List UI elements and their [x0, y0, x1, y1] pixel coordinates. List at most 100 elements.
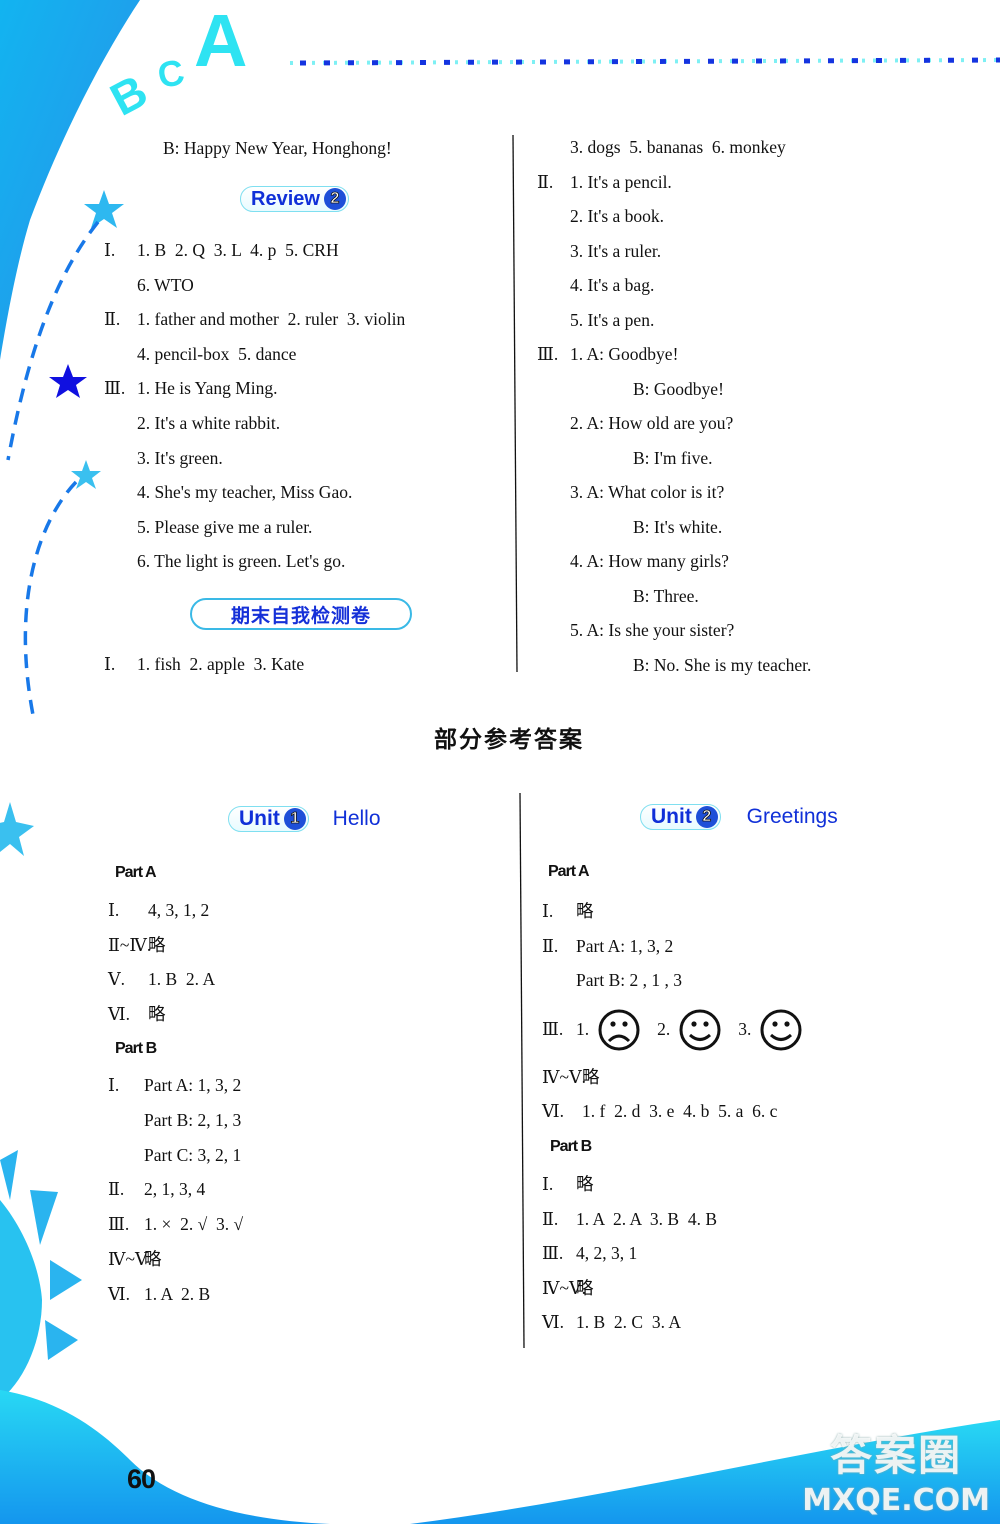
roman-numeral: Ⅱ.: [542, 1208, 559, 1229]
answer-line: 4. She's my teacher, Miss Gao.: [104, 482, 353, 503]
answer-text: 4, 3, 1, 2: [148, 900, 210, 920]
answer-text: Part C: 3, 2, 1: [144, 1144, 242, 1165]
roman-numeral: Ⅰ.: [542, 901, 554, 921]
roman-numeral: Ⅴ.: [108, 969, 126, 989]
answer-line: Ⅵ. 略: [108, 1003, 166, 1024]
answer-line: Ⅰ. 略: [542, 1174, 594, 1194]
answer-text: 1. father and mother 2. ruler 3. violin: [137, 309, 406, 330]
answer-text: B: No. She is my teacher.: [633, 654, 812, 675]
answer-line: Ⅳ~Ⅴ.略: [108, 1249, 162, 1269]
review-heading: Review 2: [240, 186, 349, 212]
unit2-part-a-tag: Part A: [540, 863, 596, 882]
roman-numeral: Ⅱ.: [104, 309, 121, 330]
answer-text: 5. It's a pen.: [570, 309, 655, 330]
face-number: 3.: [738, 1019, 752, 1040]
roman-numeral: Ⅳ~Ⅴ.: [542, 1067, 586, 1087]
answer-text: 6. The light is green. Let's go.: [137, 551, 346, 572]
roman-numeral: Ⅵ.: [108, 1003, 130, 1024]
face-number: 1.: [576, 1019, 590, 1040]
roman-numeral: Ⅰ.: [542, 1174, 554, 1194]
answer-line: Ⅰ. 1. B 2. Q 3. L 4. p 5. CRH: [104, 240, 339, 260]
answer-line: 5. A: Is she your sister?: [537, 620, 735, 640]
sun-icon: [0, 1150, 82, 1400]
unit1-pill: Unit 1: [228, 806, 309, 832]
column-divider-bottom: [519, 792, 525, 1349]
header-dash-stripe: [289, 57, 1000, 66]
roman-numeral: Ⅲ.: [542, 1243, 564, 1263]
roman-numeral: Ⅱ.: [537, 171, 554, 192]
roman-numeral: Ⅲ.: [104, 378, 126, 399]
answer-line: Ⅲ. 1. × 2. √ 3. √: [108, 1215, 243, 1234]
answer-line: Ⅱ. Part A: 1, 3, 2: [542, 935, 674, 956]
answer-text: 1. It's a pencil.: [570, 171, 672, 192]
unit1-part-a-tag: Part A: [107, 864, 163, 883]
sad-face-icon: [598, 1009, 640, 1051]
answer-text: 略: [582, 1067, 600, 1087]
answer-line: 3. A: What color is it?: [537, 483, 724, 502]
answer-text: 1. He is Yang Ming.: [137, 378, 278, 399]
answer-text: 2. It's a book.: [570, 206, 665, 226]
answer-text: 3. It's green.: [137, 447, 223, 468]
answer-text: Part A: 1, 3, 2: [576, 935, 674, 956]
answer-text: 4. She's my teacher, Miss Gao.: [137, 482, 353, 503]
answer-text: 2. A: How old are you?: [570, 413, 734, 433]
answer-line: Ⅱ~Ⅳ.略: [108, 934, 166, 955]
roman-numeral: Ⅵ.: [108, 1283, 130, 1304]
answer-line: B: It's white.: [600, 516, 723, 537]
unit2-part-b-tag: Part B: [541, 1138, 600, 1157]
answer-line: 6. The light is green. Let's go.: [104, 553, 345, 571]
answer-line: Ⅵ. 1. B 2. C 3. A: [542, 1313, 681, 1332]
answer-line: 2. It's a white rabbit.: [104, 413, 281, 433]
answer-text: 1. A: Goodbye!: [570, 344, 679, 364]
answer-line: Ⅰ. 4, 3, 1, 2: [108, 900, 210, 920]
answer-text: 略: [576, 1277, 594, 1298]
answer-text: 略: [144, 1249, 162, 1269]
answer-text: B: Goodbye!: [633, 378, 724, 399]
answer-line: B: Three.: [600, 587, 699, 606]
answer-line: 4. It's a bag.: [537, 275, 655, 295]
answer-line: Ⅴ. 1. B 2. A: [108, 969, 216, 989]
answer-text: 略: [148, 934, 166, 955]
star-icon-4: [0, 802, 34, 856]
answer-text: 5. A: Is she your sister?: [570, 620, 735, 640]
answer-line: B: I'm five.: [600, 449, 712, 468]
roman-numeral: Ⅰ.: [108, 1075, 120, 1095]
answer-line: 5. It's a pen.: [537, 309, 655, 330]
answer-text: 2. It's a white rabbit.: [137, 413, 281, 433]
watermark-en: MXQE.COM: [802, 1483, 990, 1518]
answer-text: B: It's white.: [633, 516, 723, 537]
answer-text: 4. A: How many girls?: [570, 551, 729, 571]
roman-numeral: Ⅱ.: [542, 935, 559, 956]
unit2-number-badge: 2: [695, 806, 718, 828]
answer-line: Ⅲ. 1. A: Goodbye!: [537, 344, 679, 364]
answer-text: 4. pencil-box 5. dance: [137, 343, 297, 364]
answer-line: Ⅱ. 2, 1, 3, 4: [108, 1181, 205, 1199]
answer-line: Part C: 3, 2, 1: [108, 1144, 242, 1165]
review-label: Review: [251, 187, 320, 210]
answer-text: 1. B 2. A: [148, 969, 216, 989]
final-exam-heading: 期末自我检测卷: [190, 598, 412, 630]
face-number: 2.: [657, 1019, 671, 1040]
roman-numeral: Ⅲ.: [542, 1019, 564, 1040]
header-letter-a: A: [194, 0, 248, 82]
answer-text: 1. B 2. Q 3. L 4. p 5. CRH: [137, 240, 339, 260]
answer-text: 5. Please give me a ruler.: [137, 516, 313, 537]
bottom-wave: [0, 1390, 330, 1524]
happy-face-icon: [679, 1009, 721, 1051]
column-divider-top: [512, 134, 518, 673]
unit2-heading: Unit 2 Greetings: [640, 804, 838, 830]
unit1-number-badge: 1: [283, 808, 306, 830]
answer-line: Ⅰ. 略: [542, 901, 594, 921]
answer-line: Ⅳ~Ⅴ.略: [542, 1277, 594, 1298]
continued-dialogue-line: B: Happy New Year, Honghong!: [163, 138, 392, 158]
answer-line: 3. It's a ruler.: [537, 240, 662, 261]
answer-line: Part B: 2 , 1 , 3: [542, 971, 682, 990]
answer-text: 3. It's a ruler.: [570, 240, 662, 261]
answer-line: 4. A: How many girls?: [537, 551, 729, 571]
answer-text: Part B: 2, 1, 3: [144, 1109, 242, 1130]
answer-text: 4. It's a bag.: [570, 275, 655, 295]
answer-line: Ⅳ~Ⅴ.略: [542, 1067, 600, 1087]
answer-line: 3. It's green.: [104, 447, 223, 468]
unit2-label: Unit: [651, 805, 692, 828]
answer-line: B: No. She is my teacher.: [600, 654, 812, 675]
